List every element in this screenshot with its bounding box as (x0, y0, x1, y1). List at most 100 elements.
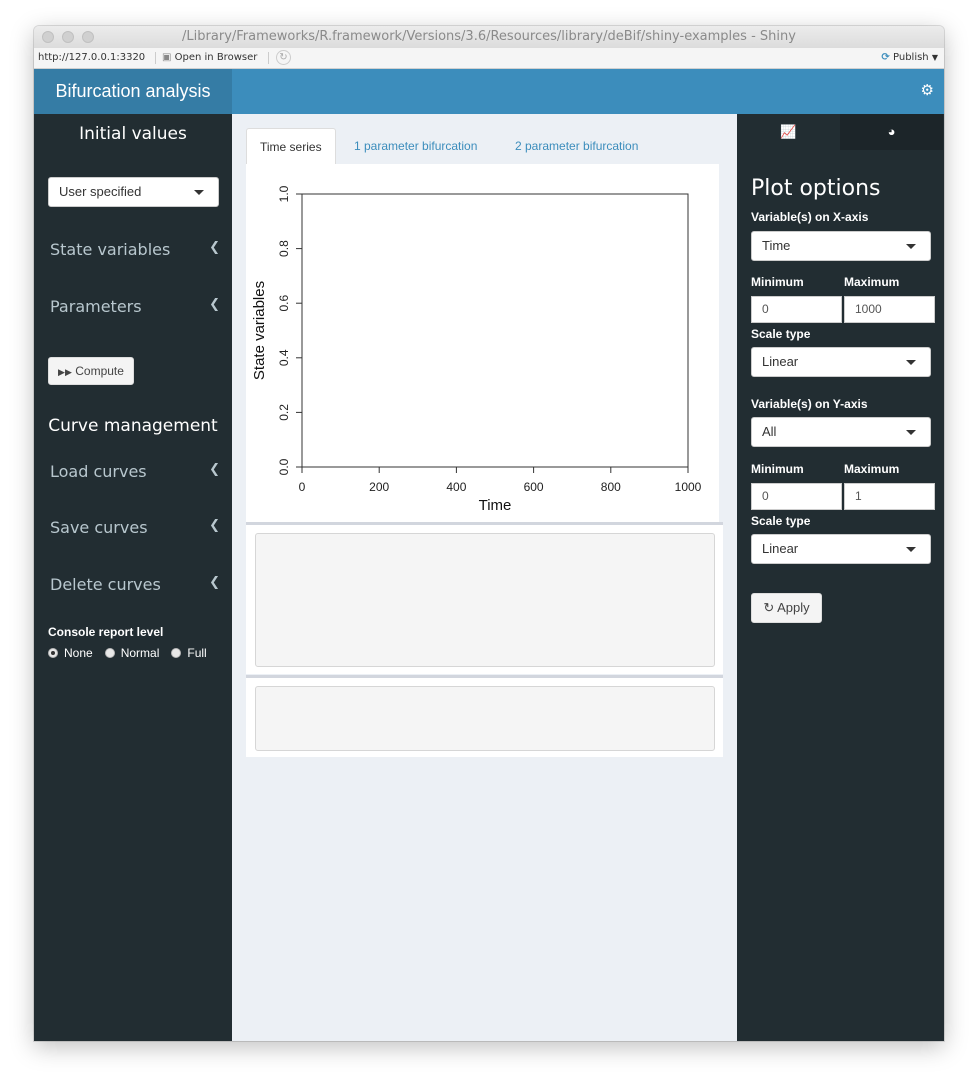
tab-time-series[interactable]: Time series (246, 128, 336, 164)
x-max-label: Maximum (844, 275, 900, 289)
x-scale-type-selected: Linear (762, 354, 799, 369)
x-axis-variable-label: Variable(s) on X-axis (751, 210, 869, 224)
plot-tabs: Time series 1 parameter bifurcation 2 pa… (246, 128, 723, 164)
y-min-input[interactable]: 0 (751, 483, 842, 510)
y-tick-label: 1.0 (277, 185, 291, 202)
y-scale-type-label: Scale type (751, 514, 811, 528)
fast-forward-icon: ▶▶ (58, 367, 72, 377)
x-min-label: Minimum (751, 275, 804, 289)
chevron-down-icon: ▼ (931, 53, 938, 62)
time-series-plot[interactable]: 0 200 400 600 800 1000 0.0 0.2 0.4 0.6 0.8 1.0 Time S… (246, 164, 719, 522)
browser-icon: ▣ (162, 52, 172, 63)
main-content: Time series 1 parameter bifurcation 2 pa… (232, 114, 737, 1041)
sidebar-item-load-curves[interactable]: Load curves ❮ (50, 462, 220, 481)
plot-canvas: 0 200 400 600 800 1000 0.0 0.2 0.4 0.6 0.8 1.0 Time S… (251, 185, 702, 514)
sidebar-item-label: State variables (50, 240, 171, 259)
x-tick-label: 0 (299, 480, 306, 494)
app-window: /Library/Frameworks/R.framework/Versions… (34, 26, 944, 1041)
x-tick-label: 1000 (675, 480, 702, 494)
y-scale-type-select[interactable]: Linear (751, 534, 931, 564)
curve-management-title: Curve management (48, 416, 218, 436)
x-axis-variable-select[interactable]: Time (751, 231, 931, 261)
minimize-window-button[interactable] (62, 31, 74, 43)
zoom-window-button[interactable] (82, 31, 94, 43)
sidebar-item-save-curves[interactable]: Save curves ❮ (50, 518, 220, 537)
y-tick-label: 0.8 (277, 240, 291, 257)
compute-button-label: Compute (75, 364, 124, 378)
radio-label-full: Full (187, 646, 207, 660)
radio-label-none: None (64, 646, 93, 660)
chevron-left-icon: ❮ (209, 518, 220, 533)
output-box-1 (246, 522, 723, 674)
y-tick-label: 0.0 (277, 458, 291, 475)
apply-button-label: Apply (777, 600, 810, 615)
sidebar-item-label: Load curves (50, 462, 147, 481)
x-max-input[interactable]: 1000 (844, 296, 935, 323)
dashboard-icon: ◕ (887, 124, 896, 139)
initial-values-select[interactable]: User specified (48, 177, 219, 207)
app-logo[interactable]: Bifurcation analysis (34, 69, 232, 114)
close-window-button[interactable] (42, 31, 54, 43)
x-tick-label: 600 (524, 480, 544, 494)
window-titlebar: /Library/Frameworks/R.framework/Versions… (34, 26, 944, 48)
output-box-2 (246, 675, 723, 757)
sidebar-item-parameters[interactable]: Parameters ❮ (50, 297, 220, 316)
window-title: /Library/Frameworks/R.framework/Versions… (182, 29, 796, 44)
tab-2-parameter-bifurcation[interactable]: 2 parameter bifurcation (502, 128, 651, 164)
url-label: http://127.0.0.1:3320 (38, 52, 146, 63)
line-chart-icon: 📈 (780, 124, 797, 139)
plot-options-title: Plot options (751, 176, 881, 201)
viewer-toolbar: http://127.0.0.1:3320 ▣ Open in Browser … (34, 48, 944, 69)
tab-plot-options[interactable]: 📈 (737, 114, 840, 150)
y-axis-variable-select[interactable]: All (751, 417, 931, 447)
y-axis-variable-label: Variable(s) on Y-axis (751, 397, 868, 411)
toolbar-divider (268, 52, 269, 64)
sidebar-item-label: Parameters (50, 297, 142, 316)
publish-label: Publish (893, 52, 929, 63)
sidebar-item-label: Delete curves (50, 575, 161, 594)
y-tick-label: 0.2 (277, 404, 291, 421)
tab-1-parameter-bifurcation[interactable]: 1 parameter bifurcation (341, 128, 490, 164)
sidebar-item-label: Save curves (50, 518, 148, 537)
initial-values-title: Initial values (79, 124, 187, 144)
y-tick-label: 0.4 (277, 349, 291, 366)
compute-button[interactable]: ▶▶ Compute (48, 357, 134, 385)
y-tick-label: 0.6 (277, 295, 291, 312)
radio-label-normal: Normal (120, 646, 160, 660)
app-navbar: ⚙ (232, 69, 944, 114)
y-max-input[interactable]: 1 (844, 483, 935, 510)
sidebar-item-state-variables[interactable]: State variables ❮ (50, 240, 220, 259)
x-axis-variable-selected: Time (762, 238, 791, 253)
publish-button[interactable]: ⟳ Publish ▼ (881, 52, 938, 63)
x-tick-label: 200 (369, 480, 389, 494)
tab-numerical-options[interactable]: ◕ (840, 114, 943, 150)
plot-frame (301, 193, 689, 468)
x-min-input[interactable]: 0 (751, 296, 842, 323)
radio-none[interactable] (48, 648, 58, 658)
open-in-browser-button[interactable]: ▣ Open in Browser (162, 52, 257, 63)
x-tick-label: 800 (601, 480, 621, 494)
gears-icon[interactable]: ⚙ (921, 81, 934, 99)
sidebar: Initial values User specified State vari… (34, 114, 232, 1041)
radio-full[interactable] (171, 648, 182, 658)
x-axis-title: Time (479, 497, 512, 514)
chevron-left-icon: ❮ (209, 462, 220, 477)
y-max-label: Maximum (844, 462, 900, 476)
caret-down-icon (906, 547, 916, 552)
chevron-left-icon: ❮ (209, 240, 220, 255)
chevron-left-icon: ❮ (209, 297, 220, 312)
x-scale-type-label: Scale type (751, 327, 811, 341)
refresh-icon: ↻ (763, 600, 775, 615)
caret-down-icon (906, 360, 916, 365)
refresh-icon[interactable]: ↻ (276, 50, 291, 65)
sidebar-item-delete-curves[interactable]: Delete curves ❮ (50, 575, 220, 594)
control-sidebar: 📈 ◕ Plot options Variable(s) on X-axis T… (737, 114, 944, 1041)
y-axis-title: State variables (251, 281, 268, 380)
x-scale-type-select[interactable]: Linear (751, 347, 931, 377)
apply-button[interactable]: ↻ Apply (751, 593, 822, 623)
console-report-label: Console report level (48, 625, 164, 639)
caret-down-icon (194, 190, 204, 195)
x-tick-label: 400 (446, 480, 466, 494)
radio-normal[interactable] (104, 648, 115, 658)
console-report-radio-group: None Normal Full (48, 646, 219, 660)
